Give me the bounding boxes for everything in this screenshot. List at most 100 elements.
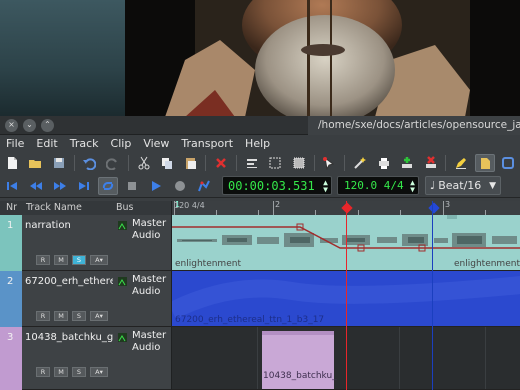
- go-to-end-icon[interactable]: [74, 177, 94, 195]
- play-icon[interactable]: [146, 177, 166, 195]
- mute-button[interactable]: M: [54, 367, 68, 377]
- menu-file[interactable]: File: [0, 135, 30, 152]
- remove-track-icon[interactable]: [421, 154, 441, 172]
- solo-button[interactable]: S: [72, 255, 86, 265]
- open-folder-icon[interactable]: [26, 154, 46, 172]
- edit-toolbar: [0, 152, 520, 174]
- grid-line: [485, 327, 486, 389]
- ruler-bar-2: 2: [275, 200, 281, 209]
- pointer-tool-icon[interactable]: [320, 154, 340, 172]
- track-row[interactable]: 2 67200_erh_ethereal MasterAudio R M S A…: [0, 271, 520, 327]
- toolbar-separator: [313, 155, 315, 171]
- title-bar: × ⌄ ⌃ /home/sxe/docs/articles/opensource…: [0, 115, 520, 135]
- snap-value: Beat/16: [438, 179, 482, 192]
- punch-in-icon[interactable]: [194, 177, 214, 195]
- loop-icon[interactable]: [98, 176, 118, 195]
- mute-button[interactable]: M: [54, 311, 68, 321]
- cut-icon[interactable]: [134, 154, 154, 172]
- printer-icon[interactable]: [374, 154, 394, 172]
- ruler-bar-1: 1: [175, 200, 181, 209]
- track-number-label: 2: [7, 276, 14, 287]
- fast-forward-icon[interactable]: [50, 177, 70, 195]
- transport-toolbar: 00:00:03.531 ▲ ▼ 120.0 4/4 ▲ ▼ ♩ Beat/16 ▼: [0, 174, 520, 198]
- toolbar-separator: [344, 155, 346, 171]
- close-window-icon[interactable]: ×: [5, 118, 18, 132]
- pencil-tool-icon[interactable]: [451, 154, 471, 172]
- track-header-row: Nr Track Name Bus 120 4/4 1 2 3: [0, 200, 520, 215]
- snap-select[interactable]: ♩ Beat/16 ▼: [425, 176, 501, 195]
- automation-button[interactable]: A▾: [90, 311, 108, 321]
- tempo-value: 120.0 4/4: [344, 179, 404, 192]
- menu-clip[interactable]: Clip: [105, 135, 138, 152]
- redo-icon[interactable]: [103, 154, 123, 172]
- new-file-icon[interactable]: [2, 154, 22, 172]
- magic-wand-icon[interactable]: [350, 154, 370, 172]
- ruler-tick: [273, 201, 274, 215]
- track-bus[interactable]: Master Audio: [132, 274, 166, 298]
- track-header[interactable]: narration Master Audio R M S A▾: [22, 215, 171, 271]
- clip-tool-icon[interactable]: [475, 154, 495, 172]
- audio-region[interactable]: [262, 331, 334, 389]
- edit-cursor-marker-icon[interactable]: [428, 202, 440, 214]
- menu-track[interactable]: Track: [64, 135, 105, 152]
- tempo-spinner-icon[interactable]: ▲ ▼: [410, 178, 415, 193]
- track-number: 2: [0, 271, 22, 327]
- solo-button[interactable]: S: [72, 367, 86, 377]
- track-number: 3: [0, 327, 22, 390]
- track-row[interactable]: 3 10438_batchku_gbe MasterAudio R M S A▾…: [0, 327, 520, 390]
- menu-help[interactable]: Help: [239, 135, 276, 152]
- menu-transport[interactable]: Transport: [175, 135, 239, 152]
- grid-icon[interactable]: [266, 154, 286, 172]
- view-tool-icon[interactable]: [499, 154, 519, 172]
- menu-view[interactable]: View: [137, 135, 175, 152]
- track-buttons: R M S A▾: [36, 255, 112, 265]
- edit-cursor-line[interactable]: [432, 201, 433, 390]
- align-icon[interactable]: [242, 154, 262, 172]
- select-all-icon[interactable]: [289, 154, 309, 172]
- bus-line-1: Master: [132, 274, 167, 285]
- automation-button[interactable]: A▾: [90, 255, 108, 265]
- maximize-window-icon[interactable]: ⌃: [41, 118, 54, 132]
- track-header[interactable]: 67200_erh_ethereal MasterAudio R M S A▾: [22, 271, 171, 327]
- region-label: enlightenment: [454, 259, 520, 269]
- delete-icon[interactable]: [211, 154, 231, 172]
- track-bus[interactable]: Master Audio: [132, 330, 166, 354]
- desktop-background: [0, 0, 125, 117]
- automation-button[interactable]: A▾: [90, 367, 108, 377]
- mute-button[interactable]: M: [54, 255, 68, 265]
- note-icon: ♩: [430, 179, 436, 192]
- paste-icon[interactable]: [181, 154, 201, 172]
- track-name[interactable]: 10438_batchku_gbe: [25, 332, 113, 343]
- toolbar-separator: [73, 155, 75, 171]
- copy-icon[interactable]: [157, 154, 177, 172]
- bus-line-1: Master: [132, 218, 167, 229]
- track-bus[interactable]: Master Audio: [132, 218, 166, 242]
- solo-button[interactable]: S: [72, 311, 86, 321]
- record-arm-button[interactable]: R: [36, 255, 50, 265]
- minimize-window-icon[interactable]: ⌄: [23, 118, 36, 132]
- record-icon[interactable]: [170, 177, 190, 195]
- rewind-icon[interactable]: [26, 177, 46, 195]
- playhead-marker-icon[interactable]: [341, 202, 353, 214]
- undo-icon[interactable]: [80, 154, 100, 172]
- track-name[interactable]: 67200_erh_ethereal: [25, 276, 113, 287]
- stop-icon[interactable]: [122, 177, 142, 195]
- save-icon[interactable]: [49, 154, 69, 172]
- go-to-start-icon[interactable]: [2, 177, 22, 195]
- toolbar-separator: [205, 155, 207, 171]
- timecode-display[interactable]: 00:00:03.531 ▲ ▼: [222, 176, 332, 195]
- playhead-line[interactable]: [346, 201, 347, 390]
- track-row[interactable]: 1 narration Master Audio R M S A▾ enligh…: [0, 215, 520, 271]
- menu-edit[interactable]: Edit: [30, 135, 63, 152]
- bus-connection-icon: [118, 277, 127, 286]
- timecode-spinner-icon[interactable]: ▲ ▼: [323, 178, 328, 193]
- region-label: 67200_erh_ethereal_ttn_1_b3_17: [175, 315, 325, 325]
- record-arm-button[interactable]: R: [36, 367, 50, 377]
- track-buttons: R M S A▾: [36, 367, 112, 377]
- ruler-bar-3: 3: [445, 200, 451, 209]
- record-arm-button[interactable]: R: [36, 311, 50, 321]
- track-header[interactable]: 10438_batchku_gbe MasterAudio R M S A▾: [22, 327, 171, 390]
- tempo-display[interactable]: 120.0 4/4 ▲ ▼: [337, 176, 419, 195]
- track-name[interactable]: narration: [25, 220, 113, 231]
- add-track-icon[interactable]: [397, 154, 417, 172]
